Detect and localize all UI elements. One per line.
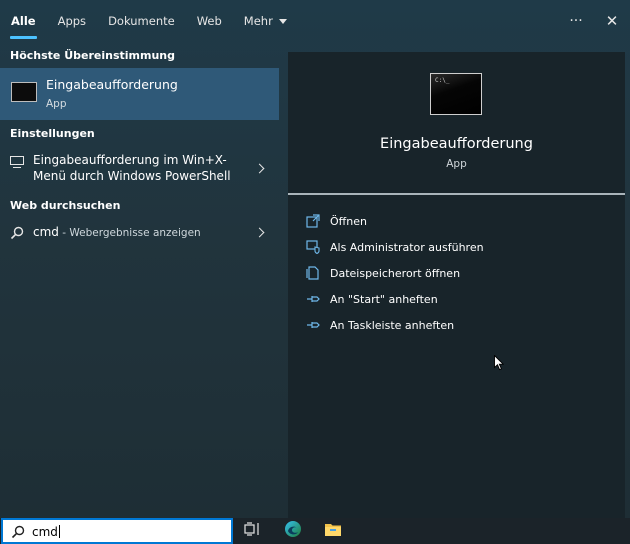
- tab-apps[interactable]: Apps: [47, 0, 97, 42]
- more-options-button[interactable]: ···: [558, 0, 594, 42]
- web-search-result[interactable]: cmd - Webergebnisse anzeigen: [0, 218, 279, 248]
- preview-pane: C:\_ Eingabeaufforderung App Öffnen Als …: [288, 52, 625, 518]
- file-explorer-icon: [324, 521, 342, 541]
- action-pin-to-taskbar-label: An Taskleiste anheften: [330, 318, 455, 332]
- close-button[interactable]: ✕: [594, 0, 630, 42]
- chevron-right-icon: [254, 227, 265, 238]
- search-icon: [10, 225, 24, 244]
- preview-title: Eingabeaufforderung: [380, 136, 533, 152]
- tab-apps-label: Apps: [57, 14, 87, 28]
- action-pin-to-start[interactable]: An "Start" anheften: [288, 286, 625, 312]
- best-match-result[interactable]: Eingabeaufforderung App: [0, 68, 279, 120]
- pin-icon: [306, 318, 320, 332]
- open-icon: [306, 214, 320, 228]
- web-search-hint: - Webergebnisse anzeigen: [58, 227, 201, 239]
- best-match-subtitle: App: [46, 98, 67, 110]
- text-caret: [58, 525, 60, 538]
- task-view-icon: [244, 521, 262, 541]
- search-icon: [11, 524, 25, 543]
- close-icon: ✕: [605, 12, 619, 30]
- settings-result[interactable]: Eingabeaufforderung im Win+X-Menü durch …: [0, 146, 279, 192]
- search-tabs: Alle Apps Dokumente Web Mehr ··· ✕: [0, 0, 630, 42]
- search-input[interactable]: cmd: [32, 525, 60, 539]
- command-prompt-icon: C:\_: [430, 73, 482, 115]
- tab-documents-label: Dokumente: [108, 14, 175, 28]
- action-open-label: Öffnen: [330, 214, 367, 228]
- pin-icon: [306, 292, 320, 306]
- action-pin-to-start-label: An "Start" anheften: [330, 292, 438, 306]
- tab-more[interactable]: Mehr: [233, 0, 298, 42]
- file-explorer-button[interactable]: [313, 518, 353, 544]
- preview-subtitle: App: [446, 158, 467, 170]
- action-run-as-admin[interactable]: Als Administrator ausführen: [288, 234, 625, 260]
- edge-button[interactable]: [273, 518, 313, 544]
- action-open[interactable]: Öffnen: [288, 208, 625, 234]
- web-search-heading: Web durchsuchen: [10, 198, 121, 212]
- tab-documents[interactable]: Dokumente: [97, 0, 186, 42]
- chevron-down-icon: [278, 18, 287, 24]
- tab-all-label: Alle: [11, 14, 36, 28]
- taskbar-search-box[interactable]: cmd: [1, 518, 233, 544]
- action-list: Öffnen Als Administrator ausführen Datei…: [288, 208, 625, 338]
- file-location-icon: [306, 266, 320, 280]
- action-run-as-admin-label: Als Administrator ausführen: [330, 240, 484, 254]
- mouse-cursor-icon: [494, 354, 505, 375]
- web-search-query: cmd: [33, 225, 59, 239]
- tab-all[interactable]: Alle: [0, 0, 47, 42]
- command-prompt-icon: [11, 82, 37, 102]
- chevron-right-icon: [254, 163, 265, 174]
- taskbar: cmd: [0, 518, 630, 544]
- monitor-icon: [10, 156, 24, 168]
- task-view-button[interactable]: [233, 518, 273, 544]
- edge-icon: [284, 520, 302, 542]
- action-pin-to-taskbar[interactable]: An Taskleiste anheften: [288, 312, 625, 338]
- more-icon: ···: [569, 13, 583, 29]
- best-match-heading: Höchste Übereinstimmung: [10, 48, 175, 62]
- action-open-file-location[interactable]: Dateispeicherort öffnen: [288, 260, 625, 286]
- settings-result-label: Eingabeaufforderung im Win+X-Menü durch …: [33, 153, 231, 183]
- tab-web-label: Web: [196, 14, 222, 28]
- search-input-value: cmd: [32, 525, 58, 539]
- run-as-admin-icon: [306, 240, 320, 255]
- start-search-window: Alle Apps Dokumente Web Mehr ··· ✕ Höchs…: [0, 0, 630, 518]
- results-list: Höchste Übereinstimmung Eingabeaufforder…: [0, 42, 279, 518]
- best-match-title: Eingabeaufforderung: [46, 77, 178, 92]
- tab-more-label: Mehr: [243, 14, 273, 28]
- action-open-file-location-label: Dateispeicherort öffnen: [330, 266, 461, 280]
- tab-web[interactable]: Web: [186, 0, 233, 42]
- divider: [288, 193, 625, 195]
- settings-heading: Einstellungen: [10, 126, 95, 140]
